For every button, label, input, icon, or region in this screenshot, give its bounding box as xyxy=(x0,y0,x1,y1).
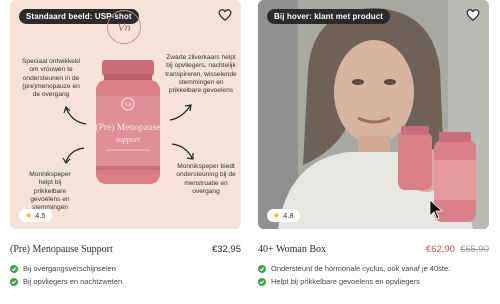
rating-value: 4.8 xyxy=(283,211,294,220)
product-card-40-woman-box[interactable]: Bij hover: klant met product ★ 4.8 40+ W… xyxy=(258,0,489,286)
check-icon xyxy=(258,277,266,286)
feature-item: Ondersteunt de hormonale cyclus, ook van… xyxy=(258,262,498,275)
supplement-bottle-image: Vn (Pre) Menopause support xyxy=(95,60,161,184)
product-name[interactable]: 40+ Woman Box xyxy=(258,244,326,255)
product-name[interactable]: (Pre) Menopause Support xyxy=(10,244,113,255)
rating-badge: ★ 4.5 xyxy=(19,209,52,222)
check-icon xyxy=(258,264,266,273)
brand-logo: Vn xyxy=(107,10,141,44)
feature-item: Bij overgangsverschijnselen xyxy=(10,262,250,275)
heart-icon[interactable] xyxy=(466,8,480,22)
rating-badge: ★ 4.8 xyxy=(267,209,300,222)
original-price: €65,90 xyxy=(459,244,489,255)
product-price: €32,95 xyxy=(211,244,241,255)
heart-icon[interactable] xyxy=(218,8,232,22)
star-icon: ★ xyxy=(273,211,281,220)
price-group: €62,90 €65,90 xyxy=(426,244,489,255)
feature-list: Ondersteunt de hormonale cyclus, ook van… xyxy=(258,262,498,288)
feature-list: Bij overgangsverschijnselen Bij opvliege… xyxy=(10,262,250,288)
feature-item: Bij opvliegers en nachtzweten xyxy=(10,275,250,288)
usp-text-top-left: Speciaal ontwikkeld om vrouwen te onders… xyxy=(22,58,80,99)
usp-text-bottom-right: Monnikspeper biedt ondersteuning bij de … xyxy=(176,163,236,195)
arrow-icon xyxy=(169,104,192,121)
check-icon xyxy=(10,277,18,286)
product-image-hover[interactable]: Bij hover: klant met product ★ 4.8 xyxy=(258,0,489,229)
product-card-menopause-support[interactable]: Standaard beeld: USP-shot Vn Speciaal on… xyxy=(10,0,241,286)
bottle-label-sub: support xyxy=(116,135,141,144)
arrow-icon xyxy=(63,105,87,125)
bottle-label-title: (Pre) Menopause xyxy=(95,122,160,133)
arrow-icon xyxy=(171,143,194,160)
feature-item: Helpt bij prikkelbare gevoelens en opvli… xyxy=(258,275,498,288)
rating-value: 4.5 xyxy=(35,211,46,220)
usp-text-top-right: Zwarte zilverkaars helpt bij opvliegers,… xyxy=(165,54,237,95)
usp-text-bottom-left: Monnikspeper helpt bij prikkelbare gevoe… xyxy=(29,171,71,212)
sale-price: €62,90 xyxy=(425,244,455,255)
check-icon xyxy=(10,264,18,273)
customer-photo xyxy=(258,0,489,229)
product-image[interactable]: Standaard beeld: USP-shot Vn Speciaal on… xyxy=(10,0,241,229)
star-icon: ★ xyxy=(25,211,33,220)
bottle-logo-text: Vn xyxy=(125,103,132,109)
arrow-icon xyxy=(62,147,85,164)
image-label-badge: Bij hover: klant met product xyxy=(267,9,391,24)
